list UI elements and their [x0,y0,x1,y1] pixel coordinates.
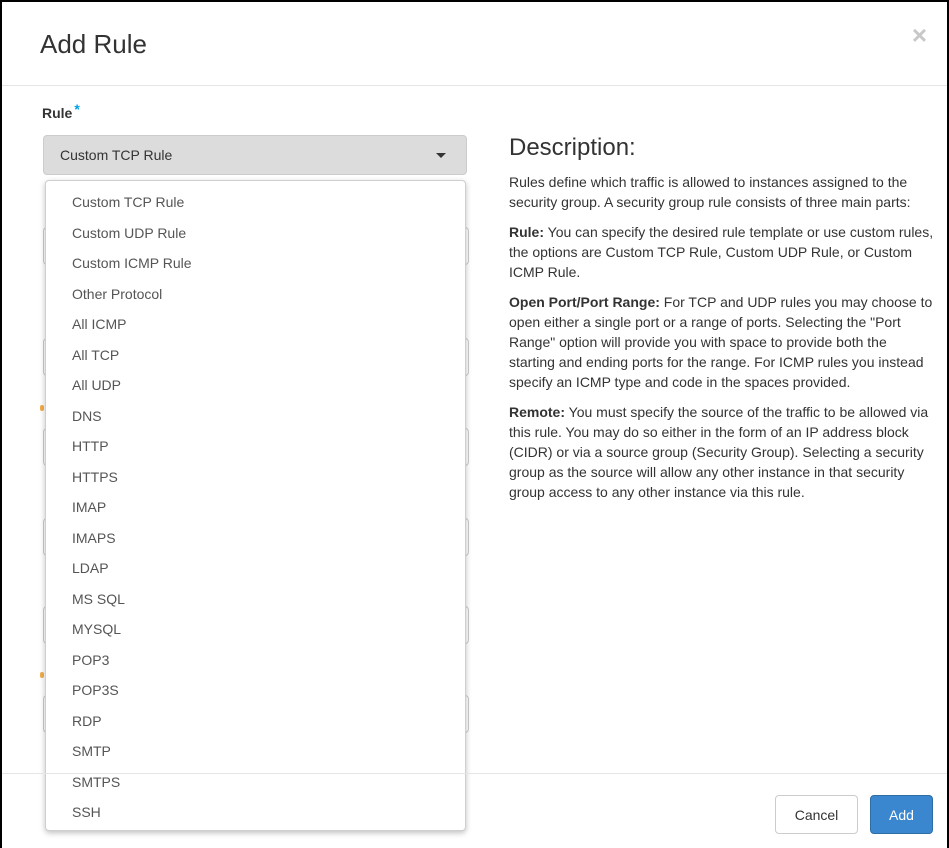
description-rule: Rule: You can specify the desired rule t… [509,222,934,282]
field-marker [40,405,44,411]
rule-select[interactable]: Custom TCP Rule [43,135,467,175]
port-heading: Open Port/Port Range: [509,294,660,310]
rule-label-text: Rule [42,105,73,121]
dropdown-option[interactable]: Custom UDP Rule [46,222,465,253]
dropdown-option[interactable]: All UDP [46,374,465,405]
dropdown-option[interactable]: MS SQL [46,588,465,619]
rule-label: Rule * [42,101,80,121]
dropdown-option[interactable]: Other Protocol [46,283,465,314]
dropdown-option[interactable]: RDP [46,710,465,741]
dropdown-option[interactable]: Custom ICMP Rule [46,252,465,283]
dropdown-option[interactable]: MYSQL [46,618,465,649]
dropdown-option[interactable]: IMAPS [46,527,465,558]
required-marker: * [74,101,80,117]
dropdown-option[interactable]: LDAP [46,557,465,588]
field-marker [40,672,44,678]
modal-title: Add Rule [40,29,147,59]
dropdown-option[interactable]: POP3 [46,649,465,680]
description-panel: Description: Rules define which traffic … [509,134,934,512]
modal-header: Add Rule × [2,2,947,86]
dropdown-option[interactable]: All TCP [46,344,465,375]
dropdown-option[interactable]: POP3S [46,679,465,710]
dropdown-option[interactable]: HTTPS [46,466,465,497]
remote-heading: Remote: [509,404,566,420]
close-icon[interactable]: × [912,22,927,48]
footer-divider [2,773,947,774]
dropdown-option[interactable]: SMTP [46,740,465,771]
description-intro: Rules define which traffic is allowed to… [509,174,911,210]
caret-down-icon [436,153,446,158]
add-rule-modal: Add Rule × Rule * Custom TCP Rule Custom … [0,0,949,848]
dropdown-option[interactable]: SMTPS [46,771,465,802]
description-title: Description: [509,134,636,161]
dropdown-option[interactable]: DNS [46,405,465,436]
description-remote: Remote: You must specify the source of t… [509,402,934,502]
rule-select-value: Custom TCP Rule [60,147,173,163]
remote-text: You must specify the source of the traff… [509,404,929,500]
rule-heading: Rule: [509,224,544,240]
dropdown-option[interactable]: SSH [46,801,465,830]
dropdown-option[interactable]: IMAP [46,496,465,527]
rule-dropdown-menu: Custom TCP Rule Custom UDP Rule Custom ICM… [45,180,466,831]
dropdown-option[interactable]: Custom TCP Rule [46,191,465,222]
add-button[interactable]: Add [870,795,933,834]
cancel-button[interactable]: Cancel [775,795,858,834]
rule-options-list: Custom TCP Rule Custom UDP Rule Custom ICM… [46,191,465,830]
dropdown-option[interactable]: All ICMP [46,313,465,344]
dropdown-option[interactable]: HTTP [46,435,465,466]
rule-text: You can specify the desired rule templat… [509,224,934,280]
description-port: Open Port/Port Range: For TCP and UDP ru… [509,292,934,392]
